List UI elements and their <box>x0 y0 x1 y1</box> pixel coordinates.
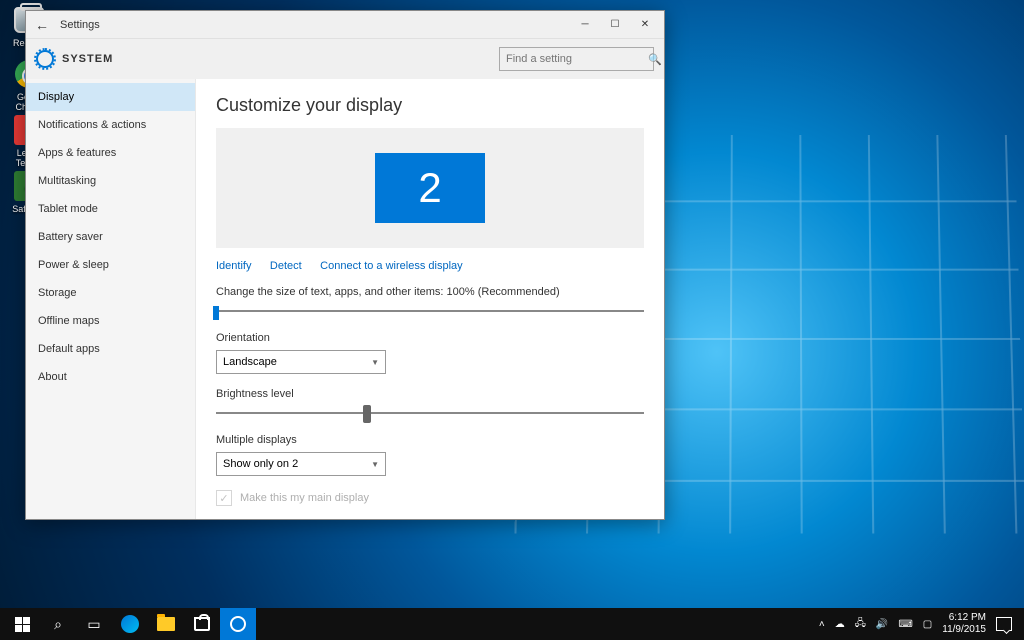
main-display-checkbox-row: ✓ Make this my main display <box>216 490 644 506</box>
gear-icon <box>230 616 246 632</box>
orientation-value: Landscape <box>223 356 277 368</box>
titlebar[interactable]: ← Settings ─ ☐ ✕ <box>26 11 664 39</box>
chevron-down-icon: ▼ <box>371 460 379 469</box>
scale-slider[interactable] <box>216 304 644 318</box>
window-title: Settings <box>54 19 100 31</box>
maximize-button[interactable]: ☐ <box>600 11 630 39</box>
detect-link[interactable]: Detect <box>270 260 302 272</box>
sidebar-item-storage[interactable]: Storage <box>26 279 195 307</box>
task-view-icon: ▭ <box>87 616 100 633</box>
multiple-displays-label: Multiple displays <box>216 434 644 446</box>
taskbar: ⌕ ▭ ˄ ☁ 🖧 🔊 ⌨ ▢ 6:12 PM 11/9/2015 <box>0 608 1024 640</box>
multiple-displays-select[interactable]: Show only on 2 ▼ <box>216 452 386 476</box>
minimize-button[interactable]: ─ <box>570 11 600 39</box>
chevron-down-icon: ▼ <box>371 358 379 367</box>
tray-keyboard-icon[interactable]: ⌨ <box>898 619 912 630</box>
store-icon <box>194 617 210 631</box>
main-display-label: Make this my main display <box>240 492 369 504</box>
sidebar-item-default-apps[interactable]: Default apps <box>26 335 195 363</box>
brightness-slider[interactable] <box>216 406 644 420</box>
clock-time: 6:12 PM <box>942 612 986 624</box>
taskbar-store[interactable] <box>184 608 220 640</box>
main-display-checkbox: ✓ <box>216 490 232 506</box>
sidebar-item-notifications[interactable]: Notifications & actions <box>26 111 195 139</box>
sidebar: Display Notifications & actions Apps & f… <box>26 79 196 519</box>
orientation-select[interactable]: Landscape ▼ <box>216 350 386 374</box>
wireless-display-link[interactable]: Connect to a wireless display <box>320 260 462 272</box>
close-button[interactable]: ✕ <box>630 11 660 39</box>
action-center-icon[interactable] <box>996 617 1012 631</box>
search-input[interactable] <box>506 53 648 65</box>
tray-volume-icon[interactable]: 🔊 <box>876 619 888 630</box>
sidebar-item-about[interactable]: About <box>26 363 195 391</box>
section-title: SYSTEM <box>62 53 113 65</box>
taskbar-edge[interactable] <box>112 608 148 640</box>
sidebar-item-tablet[interactable]: Tablet mode <box>26 195 195 223</box>
search-box[interactable]: 🔍 <box>499 47 654 71</box>
page-heading: Customize your display <box>216 95 644 116</box>
sidebar-item-display[interactable]: Display <box>26 83 195 111</box>
monitor-tile-2[interactable]: 2 <box>375 153 485 223</box>
desktop: Recycle Googl Chrom LLenov Teleph ✓Safe … <box>0 0 1024 640</box>
sidebar-item-power[interactable]: Power & sleep <box>26 251 195 279</box>
sidebar-item-maps[interactable]: Offline maps <box>26 307 195 335</box>
tray-network-icon[interactable]: 🖧 <box>855 616 866 633</box>
tray-chevron-icon[interactable]: ˄ <box>819 619 825 630</box>
windows-icon <box>15 617 30 632</box>
start-button[interactable] <box>4 608 40 640</box>
content-pane: Customize your display 2 Identify Detect… <box>196 79 664 519</box>
multiple-displays-value: Show only on 2 <box>223 458 298 470</box>
back-button[interactable]: ← <box>30 17 54 33</box>
clock-date: 11/9/2015 <box>942 624 986 636</box>
taskbar-settings[interactable] <box>220 608 256 640</box>
monitor-layout-area[interactable]: 2 <box>216 128 644 248</box>
search-icon: 🔍 <box>648 53 662 66</box>
taskbar-explorer[interactable] <box>148 608 184 640</box>
settings-header: SYSTEM 🔍 <box>26 39 664 79</box>
scale-label: Change the size of text, apps, and other… <box>216 286 644 298</box>
sidebar-item-apps[interactable]: Apps & features <box>26 139 195 167</box>
orientation-label: Orientation <box>216 332 644 344</box>
tray-onedrive-icon[interactable]: ☁ <box>835 619 845 630</box>
edge-icon <box>121 615 139 633</box>
settings-window: ← Settings ─ ☐ ✕ SYSTEM 🔍 Display Notifi… <box>25 10 665 520</box>
sidebar-item-multitasking[interactable]: Multitasking <box>26 167 195 195</box>
brightness-label: Brightness level <box>216 388 644 400</box>
search-button[interactable]: ⌕ <box>40 608 76 640</box>
identify-link[interactable]: Identify <box>216 260 251 272</box>
task-view-button[interactable]: ▭ <box>76 608 112 640</box>
folder-icon <box>157 617 175 631</box>
tray-battery-icon[interactable]: ▢ <box>923 619 932 630</box>
display-links: Identify Detect Connect to a wireless di… <box>216 256 644 274</box>
gear-icon <box>36 50 54 68</box>
system-tray[interactable]: ˄ ☁ 🖧 🔊 ⌨ ▢ 6:12 PM 11/9/2015 <box>819 612 1020 636</box>
clock[interactable]: 6:12 PM 11/9/2015 <box>942 612 986 636</box>
sidebar-item-battery[interactable]: Battery saver <box>26 223 195 251</box>
search-icon: ⌕ <box>54 616 62 633</box>
